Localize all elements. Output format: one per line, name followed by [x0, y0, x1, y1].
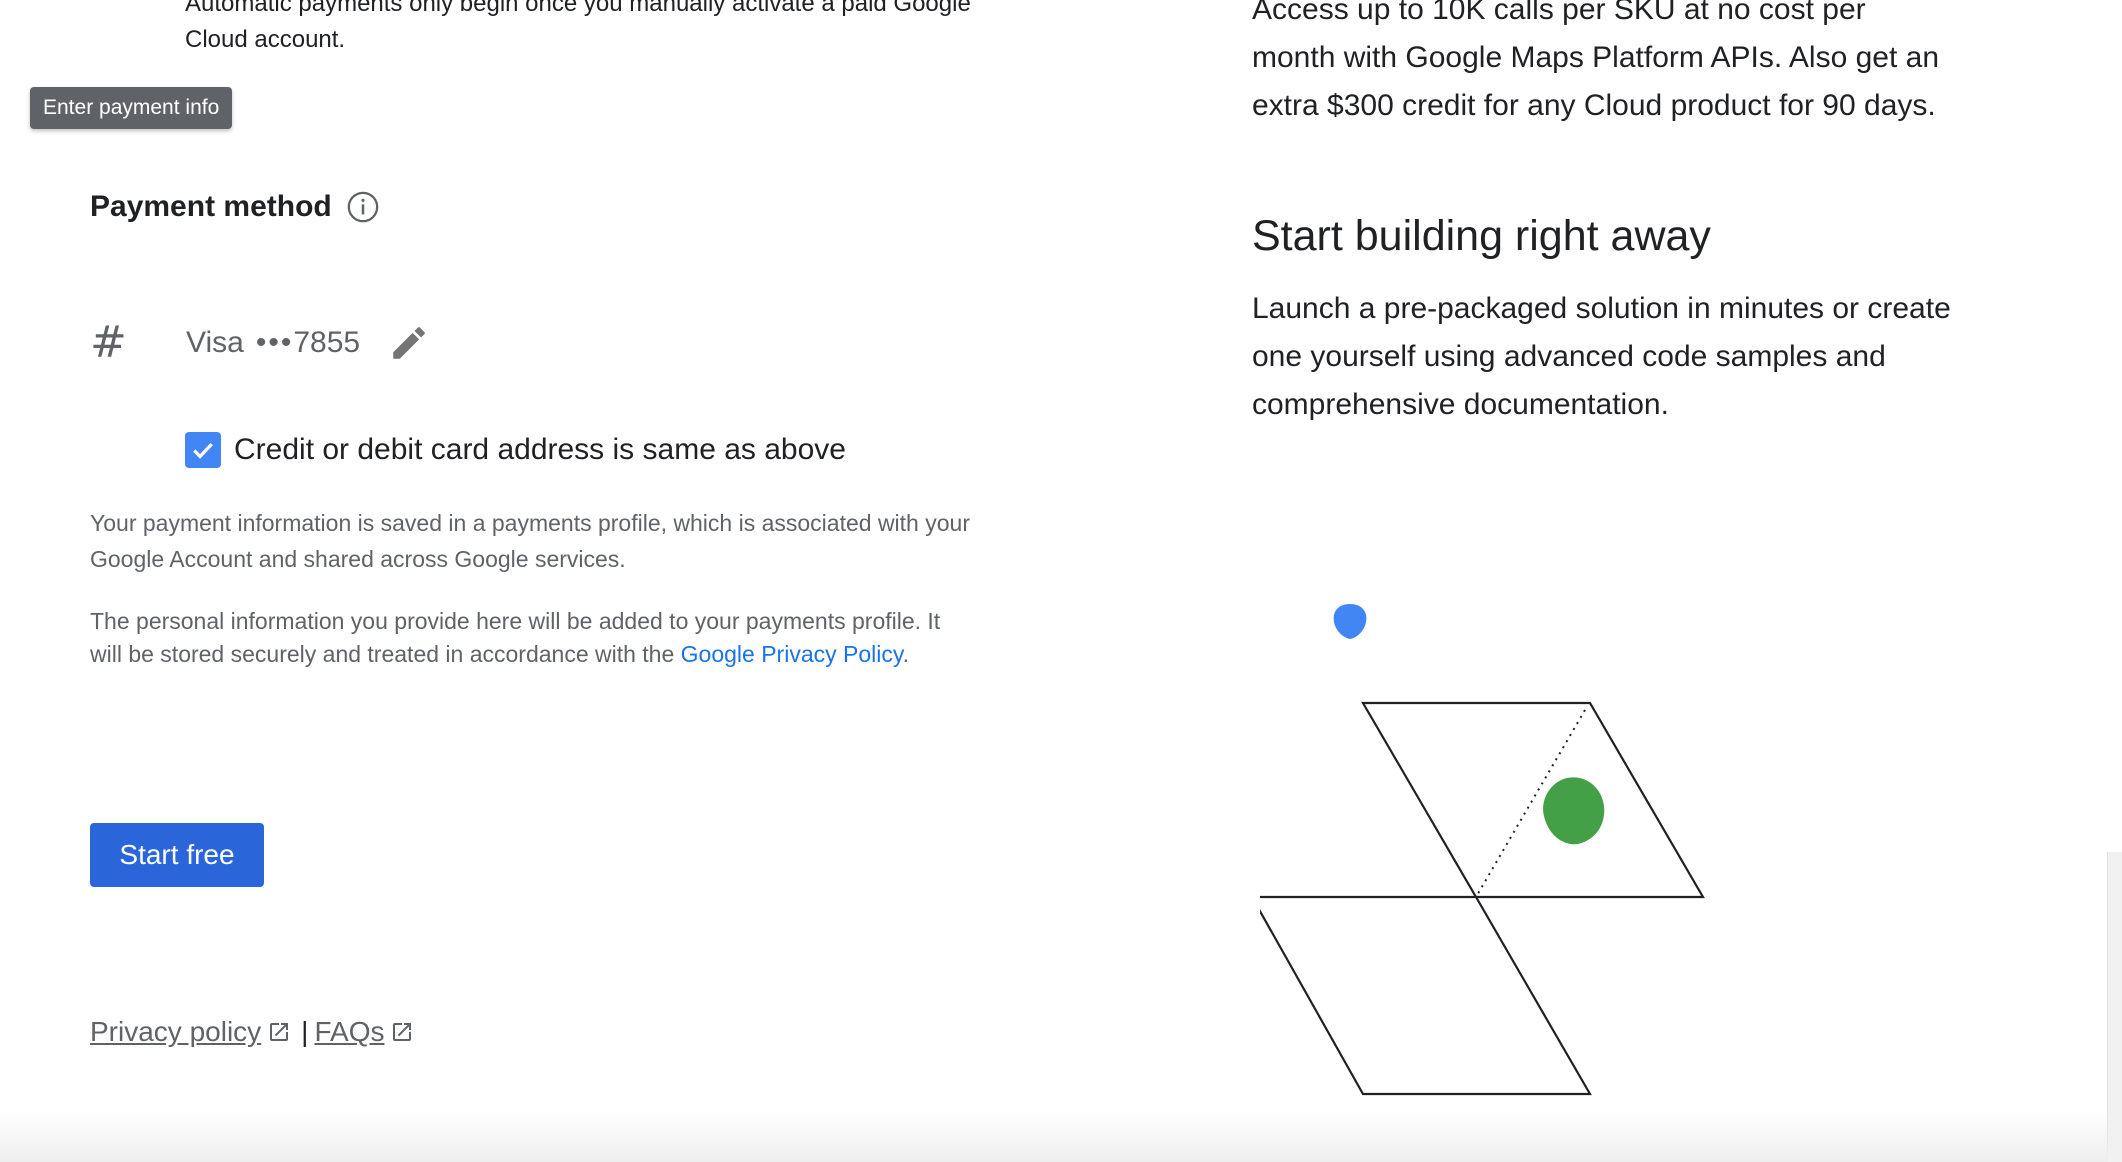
- external-link-icon[interactable]: [267, 1020, 291, 1044]
- faqs-link[interactable]: FAQs: [314, 1016, 384, 1048]
- hash-icon: #: [90, 317, 127, 368]
- privacy-policy-link[interactable]: Privacy policy: [90, 1016, 261, 1048]
- saved-card-row: # Visa ••• 7855: [90, 315, 430, 370]
- start-building-body: Launch a pre-packaged solution in minute…: [1252, 292, 1951, 421]
- payment-method-title: Payment method: [90, 190, 332, 223]
- payments-profile-info: Your payment information is saved in a p…: [90, 510, 970, 572]
- card-last-four: 7855: [293, 325, 361, 359]
- checkmark-icon: [193, 443, 213, 459]
- same-address-label: Credit or debit card address is same as …: [234, 433, 846, 466]
- lower-parallelogram: [1260, 895, 1592, 1096]
- card-mask-dots: •••: [255, 325, 294, 359]
- same-address-checkbox[interactable]: [185, 432, 221, 468]
- info-icon[interactable]: [346, 190, 380, 224]
- footer-links: Privacy policy | FAQs: [90, 1016, 420, 1048]
- geometric-illustration: [1260, 604, 1705, 1096]
- promo-column: Access up to 10K calls per SKU at no cos…: [1230, 0, 2090, 1162]
- footer-separator: |: [301, 1016, 309, 1047]
- personal-info-period: .: [902, 641, 910, 667]
- blue-blob: [1333, 604, 1367, 639]
- upper-parallelogram: [1361, 701, 1705, 899]
- personal-info-notice: The personal information you provide her…: [90, 605, 970, 671]
- payment-form-column: Automatic payments only begin once you m…: [0, 0, 1040, 1162]
- start-free-button[interactable]: Start free: [90, 823, 264, 887]
- card-brand: Visa: [186, 325, 244, 359]
- external-link-icon[interactable]: [390, 1020, 414, 1044]
- green-blob: [1543, 777, 1605, 845]
- same-address-checkbox-row[interactable]: Credit or debit card address is same as …: [185, 432, 846, 468]
- automatic-payments-note: Automatic payments only begin once you m…: [185, 0, 971, 53]
- payment-method-heading: Payment method: [90, 190, 380, 224]
- start-building-heading: Start building right away: [1252, 212, 1711, 260]
- page-scrollbar[interactable]: [2107, 852, 2122, 1162]
- enter-payment-info-tooltip: Enter payment info: [30, 87, 233, 129]
- google-privacy-policy-link[interactable]: Google Privacy Policy: [681, 641, 903, 667]
- pencil-icon[interactable]: [388, 322, 430, 364]
- free-usage-promo: Access up to 10K calls per SKU at no cos…: [1252, 0, 1940, 122]
- bottom-fade: [0, 1112, 2108, 1162]
